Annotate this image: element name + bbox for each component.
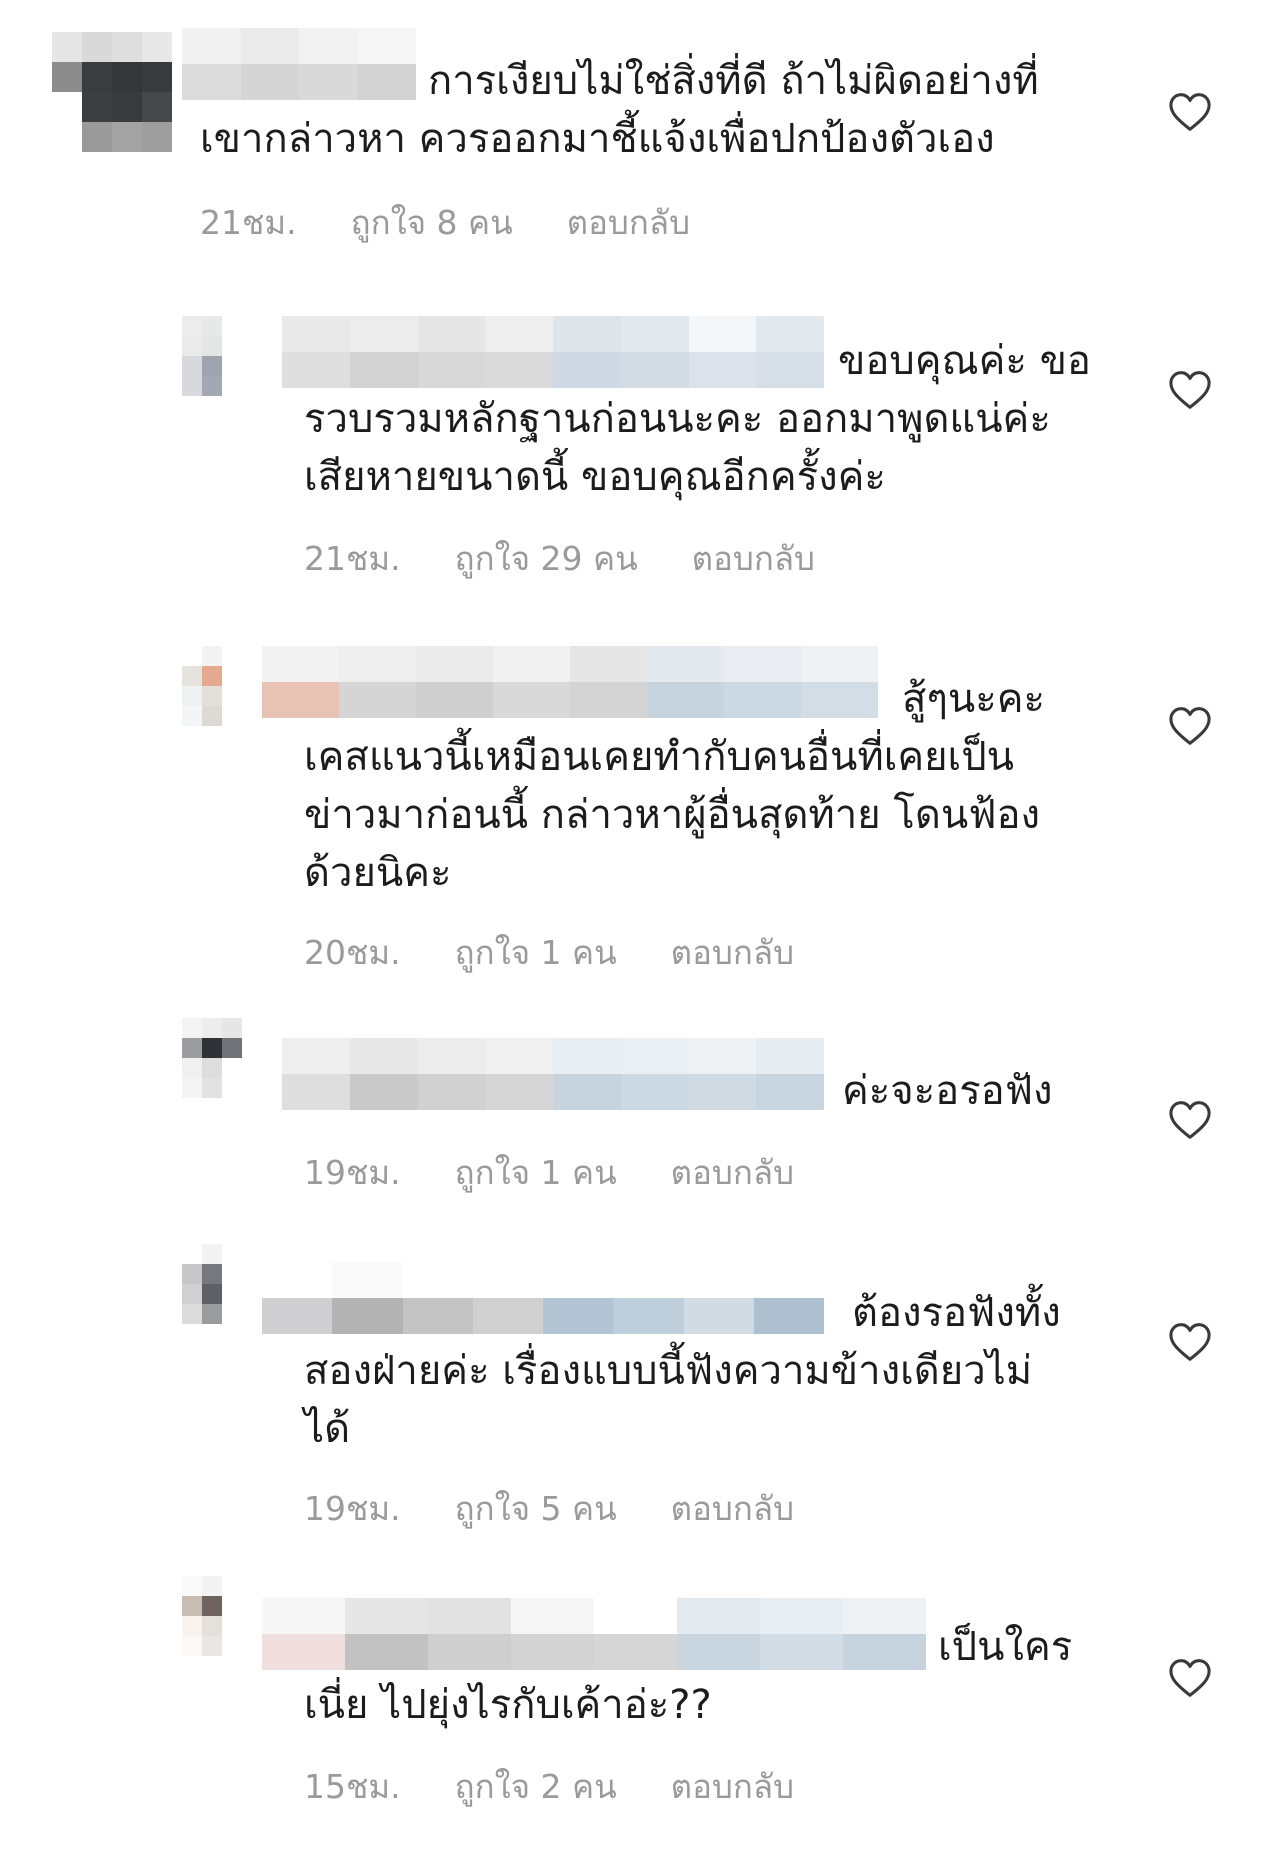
like-heart-button[interactable] <box>1168 1100 1212 1140</box>
comment-text: การเงียบไม่ใช่สิ่งที่ดี ถ้าไม่ผิดอย่างที… <box>200 58 1039 162</box>
avatar[interactable] <box>182 316 262 396</box>
like-count-link[interactable]: ถูกใจ 29 คน <box>455 532 638 585</box>
comment-time: 19ชม. <box>304 1489 401 1528</box>
like-count-link[interactable]: ถูกใจ 1 คน <box>455 926 617 979</box>
avatar[interactable] <box>52 32 172 152</box>
comment-time: 20ชม. <box>304 933 401 972</box>
avatar[interactable] <box>182 1018 262 1098</box>
comment-text: เป็นใคร เนี่ย ไปยุ่งไรกับเค้าอ่ะ?? <box>304 1624 1073 1728</box>
comment-time: 19ชม. <box>304 1153 401 1192</box>
like-heart-button[interactable] <box>1168 1322 1212 1362</box>
comment-time: 15ชม. <box>304 1767 401 1806</box>
avatar[interactable] <box>182 646 262 726</box>
comment-meta: 21ชม. ถูกใจ 29 คน ตอบกลับ <box>304 532 815 585</box>
comment-time: 21ชม. <box>200 203 297 242</box>
comment-text: ค่ะจะอรอฟัง <box>842 1068 1053 1114</box>
like-count-link[interactable]: ถูกใจ 8 คน <box>351 196 513 249</box>
comment-text: สู้ๆนะคะ เคสแนวนี้เหมือนเคยทำกับคนอื่นที… <box>304 676 1045 896</box>
comment-text: ขอบคุณค่ะ ขอ รวบรวมหลักฐานก่อนนะคะ ออกมา… <box>304 338 1091 500</box>
reply-button[interactable]: ตอบกลับ <box>671 1760 794 1813</box>
heart-outline-icon <box>1169 1101 1211 1139</box>
heart-outline-icon <box>1169 707 1211 745</box>
avatar[interactable] <box>182 1576 262 1656</box>
heart-outline-icon <box>1169 371 1211 409</box>
heart-outline-icon <box>1169 93 1211 131</box>
comment-meta: 21ชม. ถูกใจ 8 คน ตอบกลับ <box>200 196 690 249</box>
reply-button[interactable]: ตอบกลับ <box>567 196 690 249</box>
reply-button[interactable]: ตอบกลับ <box>692 532 815 585</box>
reply-button[interactable]: ตอบกลับ <box>671 1146 794 1199</box>
comment-meta: 19ชม. ถูกใจ 1 คน ตอบกลับ <box>304 1146 794 1199</box>
like-heart-button[interactable] <box>1168 1658 1212 1698</box>
like-count-link[interactable]: ถูกใจ 2 คน <box>455 1760 617 1813</box>
reply-button[interactable]: ตอบกลับ <box>671 926 794 979</box>
comment-meta: 20ชม. ถูกใจ 1 คน ตอบกลับ <box>304 926 794 979</box>
comment-meta: 15ชม. ถูกใจ 2 คน ตอบกลับ <box>304 1760 794 1813</box>
like-count-link[interactable]: ถูกใจ 5 คน <box>455 1482 617 1535</box>
reply-button[interactable]: ตอบกลับ <box>671 1482 794 1535</box>
comment-meta: 19ชม. ถูกใจ 5 คน ตอบกลับ <box>304 1482 794 1535</box>
heart-outline-icon <box>1169 1659 1211 1697</box>
like-heart-button[interactable] <box>1168 706 1212 746</box>
comment-time: 21ชม. <box>304 539 401 578</box>
like-heart-button[interactable] <box>1168 92 1212 132</box>
heart-outline-icon <box>1169 1323 1211 1361</box>
comment-text: ต้องรอฟังทั้ง สองฝ่ายค่ะ เรื่องแบบนี้ฟัง… <box>304 1290 1061 1452</box>
avatar[interactable] <box>182 1244 262 1324</box>
like-count-link[interactable]: ถูกใจ 1 คน <box>455 1146 617 1199</box>
like-heart-button[interactable] <box>1168 370 1212 410</box>
